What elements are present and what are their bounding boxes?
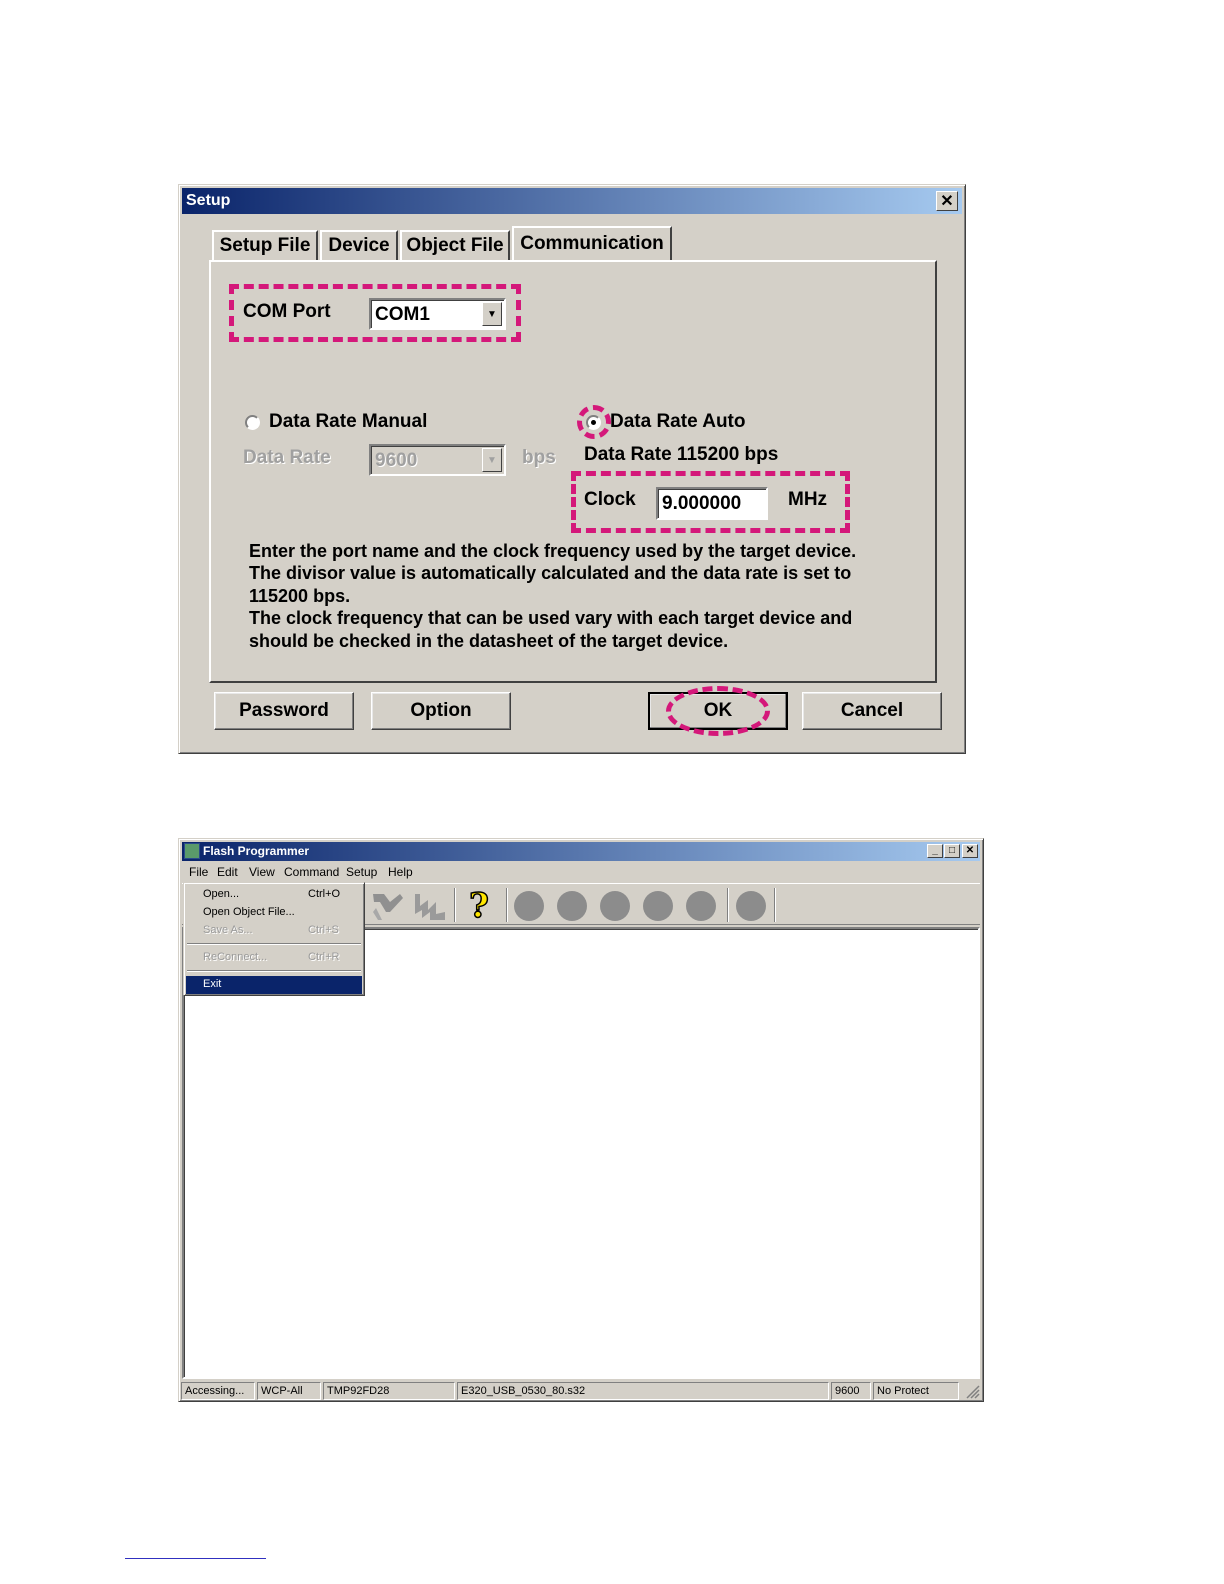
info-line: 115200 bps. [249, 585, 351, 606]
menu-setup[interactable]: Setup [346, 865, 377, 879]
close-button[interactable]: ✕ [962, 844, 978, 858]
info-text: Enter the port name and the clock freque… [249, 540, 929, 652]
window-title: Flash Programmer [203, 844, 310, 858]
menu-separator [187, 943, 361, 945]
auto-data-rate-text: Data Rate 115200 bps [584, 444, 779, 465]
tab-setup-file[interactable]: Setup File [212, 230, 318, 260]
menu-help[interactable]: Help [388, 865, 413, 879]
clock-highlight [571, 471, 850, 533]
status-led-icon[interactable] [686, 891, 716, 921]
title-bar: Setup ✕ [182, 188, 962, 214]
menu-item-shortcut: Ctrl+S [308, 924, 339, 936]
minimize-button[interactable]: _ [927, 844, 943, 858]
status-led-icon[interactable] [514, 891, 544, 921]
status-cell: E320_USB_0530_80.s32 [457, 1382, 829, 1400]
data-rate-auto-label: Data Rate Auto [610, 411, 746, 432]
menu-item-reconnect[interactable]: ReConnect... Ctrl+R [186, 949, 362, 967]
close-button[interactable]: ✕ [936, 191, 958, 211]
info-line: The divisor value is automatically calcu… [249, 563, 852, 584]
help-icon[interactable]: ? [466, 888, 494, 922]
resize-grip-icon[interactable] [966, 1385, 980, 1399]
status-led-icon[interactable] [557, 891, 587, 921]
menu-command[interactable]: Command [284, 865, 339, 879]
menu-item-label: Exit [203, 978, 222, 990]
status-cell: Accessing... [181, 1382, 255, 1400]
maximize-button[interactable]: □ [944, 844, 960, 858]
file-menu-dropdown: Open... Ctrl+O Open Object File... Save … [183, 882, 365, 996]
menu-edit[interactable]: Edit [217, 865, 238, 879]
tab-communication[interactable]: Communication [512, 226, 672, 260]
connect-icon[interactable] [370, 890, 406, 922]
menu-item-label: Open... [203, 888, 240, 900]
title-bar: Flash Programmer _ □ ✕ [182, 842, 980, 861]
tab-device[interactable]: Device [320, 230, 398, 260]
footnote-rule [125, 1558, 266, 1559]
menu-item-exit[interactable]: Exit [186, 976, 362, 994]
status-cell: No Protect [873, 1382, 959, 1400]
dialog-title: Setup [186, 192, 231, 209]
menu-item-open[interactable]: Open... Ctrl+O [186, 886, 362, 904]
radio-highlight [577, 405, 611, 439]
menu-item-open-object-file[interactable]: Open Object File... [186, 904, 362, 922]
status-cell: WCP-All [257, 1382, 321, 1400]
com-port-highlight [229, 284, 521, 342]
app-icon [184, 843, 200, 859]
status-cell: 9600 [831, 1382, 871, 1400]
data-rate-select[interactable]: 9600 ▼ [369, 444, 506, 476]
info-line: Enter the port name and the clock freque… [249, 541, 857, 561]
data-rate-manual-label: Data Rate Manual [269, 411, 428, 432]
help-glyph: ? [469, 888, 489, 922]
cancel-button[interactable]: Cancel [802, 692, 942, 730]
menu-item-label: Save As... [203, 924, 253, 936]
menu-item-save-as[interactable]: Save As... Ctrl+S [186, 922, 362, 940]
status-led-icon[interactable] [736, 891, 766, 921]
toolbar-separator [774, 888, 776, 922]
data-rate-manual-radio[interactable] [245, 415, 260, 430]
status-led-icon[interactable] [643, 891, 673, 921]
tab-object-file[interactable]: Object File [400, 230, 510, 260]
menu-view[interactable]: View [249, 865, 275, 879]
data-rate-unit: bps [522, 447, 556, 468]
data-rate-label: Data Rate [243, 447, 331, 468]
menu-file[interactable]: File [189, 865, 208, 879]
toolbar-separator [454, 888, 456, 922]
status-cell: TMP92FD28 [323, 1382, 455, 1400]
chevron-down-icon[interactable]: ▼ [482, 448, 502, 472]
menu-item-shortcut: Ctrl+O [308, 888, 341, 900]
info-line: should be checked in the datasheet of th… [249, 630, 729, 651]
flash-programmer-window: Flash Programmer _ □ ✕ File Edit View Co… [178, 838, 984, 1402]
menu-item-label: ReConnect... [203, 951, 268, 963]
status-led-icon[interactable] [600, 891, 630, 921]
toolbar-separator [727, 888, 729, 922]
ok-highlight [666, 686, 770, 736]
toolbar-separator [506, 888, 508, 922]
data-rate-value: 9600 [375, 450, 418, 471]
menu-separator [187, 970, 361, 972]
option-button[interactable]: Option [371, 692, 511, 730]
menu-item-label: Open Object File... [203, 906, 295, 918]
menu-item-shortcut: Ctrl+R [308, 951, 340, 963]
password-button[interactable]: Password [214, 692, 354, 730]
disconnect-icon[interactable] [412, 890, 448, 922]
info-line: The clock frequency that can be used var… [249, 608, 853, 629]
